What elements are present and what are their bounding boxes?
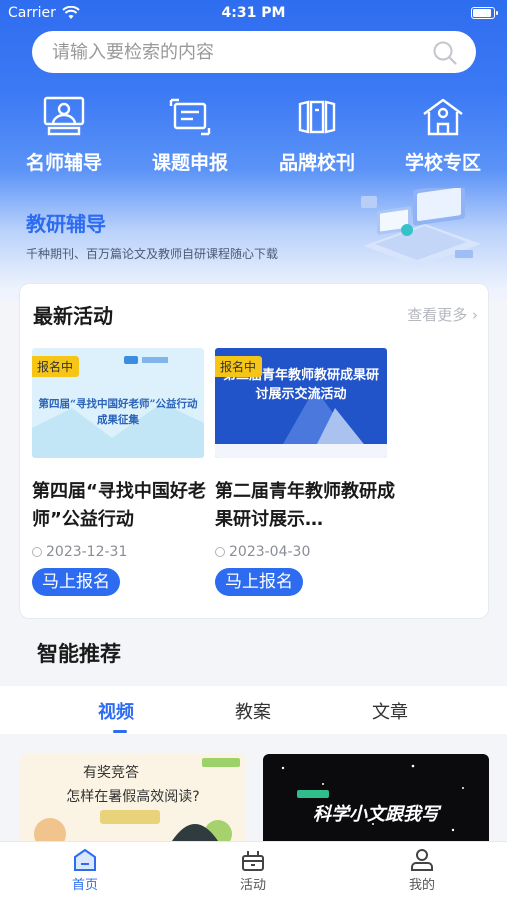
bottom-nav-label: 我的	[408, 878, 435, 893]
gift-icon	[242, 851, 264, 871]
status-badge: 报名中	[215, 356, 263, 377]
see-more-label: 查看更多	[407, 306, 468, 324]
teacher-icon	[43, 96, 85, 136]
video-card[interactable]: 科学小文跟我写	[263, 754, 489, 842]
activity-date-value: 2023-04-30	[229, 544, 311, 560]
status-badge: 报名中	[32, 356, 80, 377]
banner-title: 教研辅导	[26, 212, 106, 236]
tab-lesson-plan[interactable]: 教案	[235, 698, 271, 724]
activity-image: 第二届青年教师教研成果研讨展示交流活动 报名中	[215, 348, 387, 458]
chevron-right-icon: ›	[472, 306, 478, 324]
battery-icon	[471, 7, 498, 19]
search-icon[interactable]	[432, 40, 458, 66]
nav-label: 名师辅导	[25, 152, 102, 174]
journal-icon	[298, 100, 336, 134]
activities-title: 最新活动	[33, 304, 113, 328]
video-subtitle: 怎样在暑假高效阅读?	[66, 789, 200, 805]
project-icon	[169, 98, 211, 136]
see-more-link[interactable]: 查看更多 ›	[407, 304, 478, 325]
bottom-nav-activity[interactable]: 活动	[213, 848, 293, 893]
user-icon	[411, 849, 433, 871]
activity-name: 第二届青年教师教研成果研讨展示…	[215, 481, 395, 530]
search-input[interactable]	[52, 31, 432, 73]
banner-subtitle: 千种期刊、百万篇论文及教师自研课程随心下载	[26, 247, 279, 261]
video-card[interactable]: 有奖竞答 怎样在暑假高效阅读?	[20, 754, 246, 842]
bottom-nav-label: 活动	[239, 878, 266, 893]
active-tab-indicator	[113, 730, 127, 733]
signup-button[interactable]: 马上报名	[215, 568, 303, 596]
video-list: 有奖竞答 怎样在暑假高效阅读? 科学小文跟我写	[0, 734, 507, 842]
nav-label: 品牌校刊	[278, 152, 355, 174]
research-banner[interactable]: 教研辅导 千种期刊、百万篇论文及教师自研课程随心下载	[0, 188, 507, 276]
clock-icon	[32, 547, 42, 557]
signup-button[interactable]: 马上报名	[32, 568, 120, 596]
school-icon	[423, 98, 463, 136]
nav-item-journal[interactable]: 品牌校刊	[257, 92, 377, 178]
tab-article[interactable]: 文章	[372, 698, 408, 724]
activity-date-value: 2023-12-31	[46, 544, 128, 560]
activity-image: 第四届“寻找中国好老师”公益行动成果征集 报名中	[32, 348, 204, 458]
clock-icon	[215, 547, 225, 557]
latest-activities-card: 最新活动 查看更多 › 第四届“寻找中国好老师”公益行动成果征集 报名中 第四届…	[19, 283, 489, 619]
nav-item-school[interactable]: 学校专区	[383, 92, 503, 178]
recommend-tabs: 视频 教案 文章	[0, 686, 507, 734]
activity-date: 2023-12-31	[32, 544, 127, 560]
bottom-nav: 首页 活动 我的	[0, 841, 507, 900]
battery-level	[473, 9, 491, 17]
recommend-title: 智能推荐	[37, 642, 121, 666]
tab-video[interactable]: 视频	[98, 698, 134, 724]
nav-item-project[interactable]: 课题申报	[130, 92, 250, 178]
video-title: 科学小文跟我写	[313, 804, 439, 825]
activity-name: 第四届“寻找中国好老师”公益行动	[32, 481, 206, 530]
status-bar: Carrier 4:31 PM	[0, 0, 507, 28]
clock-time: 4:31 PM	[221, 5, 286, 21]
home-icon	[74, 848, 96, 871]
nav-label: 课题申报	[151, 152, 228, 174]
activity-poster-text: 第四届“寻找中国好老师”公益行动成果征集	[38, 398, 198, 426]
banner-illustration	[361, 188, 481, 266]
nav-label: 学校专区	[404, 152, 481, 174]
bottom-nav-label: 首页	[71, 878, 98, 893]
nav-item-teacher[interactable]: 名师辅导	[4, 92, 124, 178]
activity-date: 2023-04-30	[215, 544, 310, 560]
video-title: 有奖竞答	[83, 765, 139, 781]
search-bar[interactable]	[32, 31, 476, 73]
video-thumbnail	[281, 764, 464, 832]
quick-nav: 名师辅导 课题申报 品牌校刊 学校专区	[0, 92, 507, 182]
bottom-nav-home[interactable]: 首页	[45, 848, 125, 893]
bottom-nav-mine[interactable]: 我的	[382, 848, 462, 893]
